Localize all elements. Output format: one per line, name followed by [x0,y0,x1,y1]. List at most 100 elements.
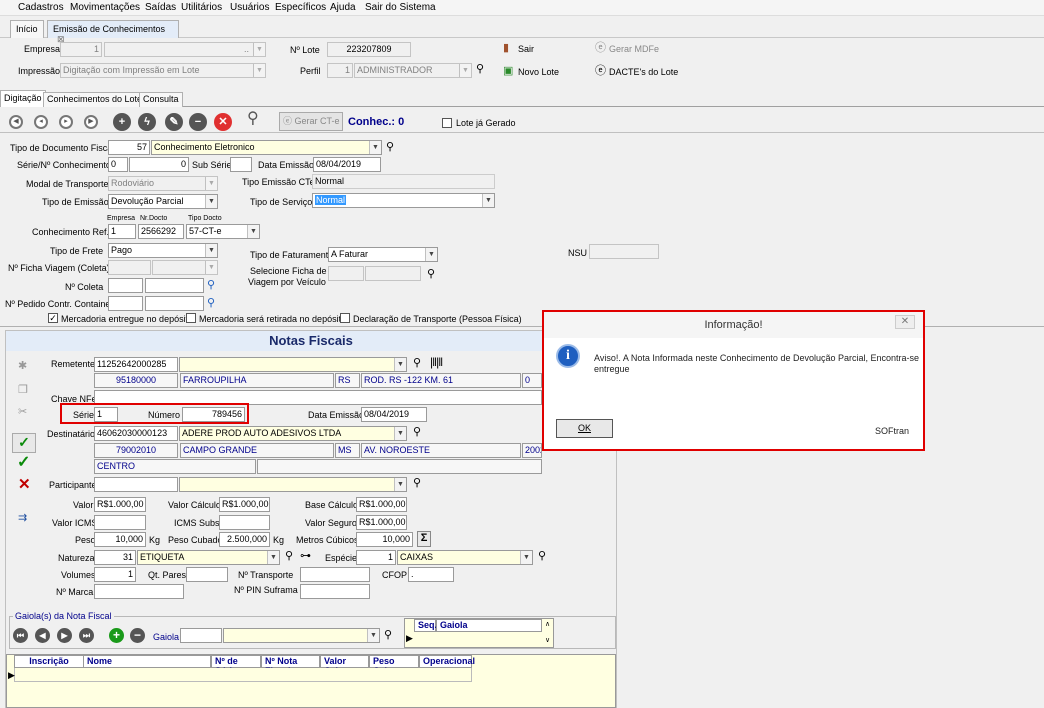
search-icon[interactable]: ⚲ [207,279,215,291]
menu-especificos[interactable]: Específicos [275,2,326,13]
add-icon[interactable]: + [113,113,131,131]
tab-inicio[interactable]: Início [10,20,44,38]
remetente-select[interactable]: ▼ [179,357,407,372]
coleta-field-1[interactable] [108,278,143,293]
nf-data-emissao-field[interactable]: 08/04/2019 [361,407,427,422]
valor-field[interactable]: R$1.000,00 [94,497,146,512]
sigma-calc-button[interactable]: Σ [417,531,431,547]
marca-field[interactable] [94,584,184,599]
lote-gerado-checkbox[interactable] [442,118,452,128]
tipo-doc-select[interactable]: Conhecimento Eletronico ▼ [151,140,382,155]
confirm-button[interactable]: ✓ [12,433,36,453]
coleta-field-2[interactable] [145,278,204,293]
prev-record-icon[interactable]: ◂ [34,115,48,129]
dest-cnpj[interactable]: 46062030000123 [94,426,178,441]
confirm-all-icon[interactable]: ✓ [17,455,30,471]
search-icon[interactable]: ⚲ [413,477,421,489]
dacte-button[interactable]: DACTE's do Lote [609,67,678,77]
tipo-fat-select[interactable]: A Faturar ▼ [328,247,438,262]
nsu-field[interactable] [589,244,659,259]
last-gaiola-icon[interactable]: ⏭ [79,628,94,643]
copy-doc-icon[interactable]: ❐ [18,384,28,396]
ficha-select[interactable]: ▼ [152,260,218,275]
new-lot-icon[interactable]: ▣ [503,65,513,77]
tipo-doc-code[interactable]: 57 [108,140,150,155]
impressao-select[interactable]: Digitação com Impressão em Lote ▼ [60,63,266,78]
gaiola-code-field[interactable] [180,628,222,643]
tab-conhecimentos-do-lote[interactable]: Conhecimentos do Lote [43,92,147,107]
last-record-icon[interactable]: ▶ [84,115,98,129]
valor-seguro-field[interactable]: R$1.000,00 [356,515,407,530]
search-icon[interactable]: ⚲ [476,63,484,75]
lightning-icon[interactable]: ϟ [138,113,156,131]
menu-saidas[interactable]: Saídas [145,2,176,13]
search-icon[interactable]: ⚲ [413,357,421,369]
first-gaiola-icon[interactable]: ⏮ [13,628,28,643]
menu-ajuda[interactable]: Ajuda [330,2,356,13]
novo-lote-button[interactable]: Novo Lote [518,67,559,77]
natureza-select[interactable]: ETIQUETA ▼ [137,550,280,565]
menu-cadastros[interactable]: Cadastros [18,2,64,13]
nlote-field[interactable]: 223207809 [327,42,411,57]
gaiola-select[interactable]: ▼ [223,628,380,643]
declaracao-checkbox[interactable] [340,313,350,323]
valor-calc-field[interactable]: R$1.000,00 [219,497,270,512]
empresa-name-select[interactable]: .. ▼ [104,42,266,57]
dialog-close-button[interactable]: ✕ [895,315,915,329]
participante-field[interactable] [94,477,178,492]
icms-subst-field[interactable] [219,515,270,530]
remove-icon[interactable]: − [189,113,207,131]
scroll-up-icon[interactable]: ∧ [545,620,550,628]
menu-movimentacoes[interactable]: Movimentações [70,2,140,13]
numero-conh-field[interactable]: 0 [129,157,189,172]
remetente-cnpj[interactable]: 11252642000285 [94,357,178,372]
import-icon[interactable]: ⇉ [18,512,27,524]
grid-row[interactable] [14,668,472,682]
natureza-code[interactable]: 31 [94,550,136,565]
next-record-icon[interactable]: ▸ [59,115,73,129]
exit-door-icon[interactable]: ▮ [503,42,509,54]
pedido-field-1[interactable] [108,296,143,311]
peso-field[interactable]: 10,000 [94,532,146,547]
subserie-field[interactable] [230,157,252,172]
perfil-code-field[interactable]: 1 [327,63,353,78]
especie-code[interactable]: 1 [356,550,396,565]
tab-digitacao[interactable]: Digitação [0,90,46,107]
tab-consulta[interactable]: Consulta [139,92,183,107]
modal-select[interactable]: Rodoviário ▼ [108,176,218,191]
valor-icms-field[interactable] [94,515,146,530]
sel-ficha-field-1[interactable] [328,266,364,281]
tipo-servico-select[interactable]: Normal ▼ [312,193,495,208]
gerar-mdfe-button[interactable]: Gerar MDFe [609,44,659,54]
numero-field[interactable]: 789456 [182,407,245,422]
scroll-down-icon[interactable]: ∨ [545,636,550,644]
edit-pencil-icon[interactable]: ✎ [165,113,183,131]
qt-pares-field[interactable] [186,567,228,582]
search-icon[interactable]: ⚲ [247,111,259,127]
sair-button[interactable]: Sair [518,44,534,54]
search-icon[interactable]: ⚲ [285,550,293,562]
pin-suframa-field[interactable] [300,584,370,599]
cancel-icon[interactable]: ✕ [214,113,232,131]
prev-gaiola-icon[interactable]: ◀ [35,628,50,643]
search-icon[interactable]: ⚲ [413,426,421,438]
ficha-field-1[interactable] [108,260,151,275]
base-calc-field[interactable]: R$1.000,00 [356,497,407,512]
first-record-icon[interactable]: ◀ [9,115,23,129]
especie-select[interactable]: CAIXAS ▼ [397,550,533,565]
menu-sair-do-sistema[interactable]: Sair do Sistema [365,2,436,13]
search-icon[interactable]: ⚲ [207,297,215,309]
menu-utilitarios[interactable]: Utilitários [181,2,222,13]
menu-usuarios[interactable]: Usuários [230,2,269,13]
conh-ref-tipo-select[interactable]: 57-CT-e ▼ [186,224,260,239]
mercadoria-entregue-checkbox[interactable]: ✓ [48,313,58,323]
search-icon[interactable]: ⚲ [384,629,392,641]
remove-gaiola-icon[interactable]: − [130,628,145,643]
tipo-emissao-select[interactable]: Devolução Parcial ▼ [108,194,218,209]
new-doc-icon[interactable]: ✱ [18,360,27,372]
cfop-field[interactable]: . [408,567,454,582]
pedido-field-2[interactable] [145,296,204,311]
tipo-frete-select[interactable]: Pago ▼ [108,243,218,258]
tab-emissao-conhecimentos[interactable]: Emissão de Conhecimentos ⊠ [47,20,179,44]
tree-icon[interactable]: ⊶ [300,550,311,562]
